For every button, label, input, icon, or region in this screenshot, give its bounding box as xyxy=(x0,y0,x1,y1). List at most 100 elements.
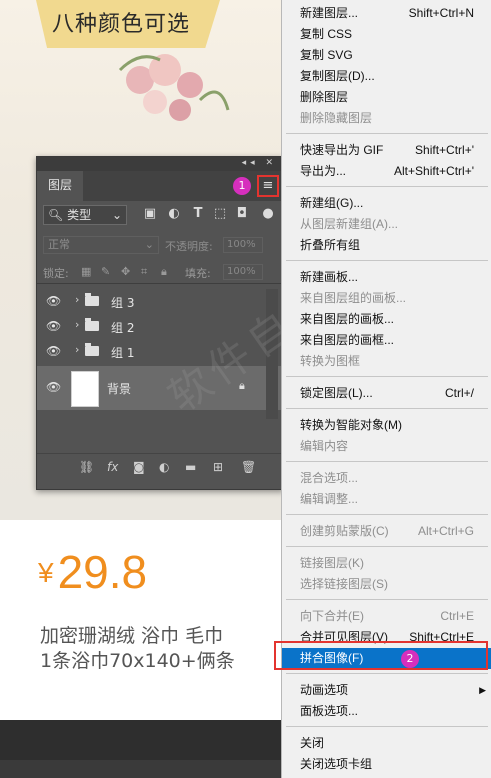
product-description: 加密珊湖绒 浴巾 毛巾 1条浴巾70x140+俩条 xyxy=(40,624,300,674)
folder-icon xyxy=(85,343,99,356)
menu-item-label: 来自图层的画板... xyxy=(300,312,395,326)
description-line-2: 1条浴巾70x140+俩条 xyxy=(40,650,235,672)
layer-name: 组 2 xyxy=(111,321,135,335)
expand-arrow-icon[interactable]: › xyxy=(75,318,79,331)
visibility-eye-icon[interactable]: 👁︎ xyxy=(46,319,61,333)
highlight-frame xyxy=(274,641,488,670)
description-line-1: 加密珊湖绒 浴巾 毛巾 xyxy=(40,625,224,647)
price: ¥29.8 xyxy=(38,545,147,599)
smart-object-filter-icon[interactable]: ◘ xyxy=(235,207,249,221)
hamburger-icon: ≡ xyxy=(262,178,274,193)
lock-paint-icon[interactable]: ✎ xyxy=(101,265,110,278)
menu-item-quick-export-gif[interactable]: 快速导出为 GIF Shift+Ctrl+' xyxy=(282,140,491,161)
menu-item-copy-css[interactable]: 复制 CSS xyxy=(282,24,491,45)
menu-item-new-layer[interactable]: 新建图层... Shift+Ctrl+N xyxy=(282,3,491,24)
menu-item-export-as[interactable]: 导出为... Alt+Shift+Ctrl+' xyxy=(282,161,491,182)
visibility-eye-icon[interactable]: 👁︎ xyxy=(46,344,61,358)
blend-mode-select[interactable]: 正常 ⌄ xyxy=(43,236,159,254)
menu-item-shortcut: Ctrl+/ xyxy=(444,386,474,400)
expand-arrow-icon[interactable]: › xyxy=(75,343,79,356)
menu-item-label: 新建组(G)... xyxy=(300,196,364,210)
layer-name: 背景 xyxy=(107,382,132,396)
banner-text: 八种颜色可选 xyxy=(52,12,191,37)
menu-item-label: 关闭选项卡组 xyxy=(300,757,373,771)
menu-item-close-tab-group[interactable]: 关闭选项卡组 xyxy=(282,754,491,775)
menu-item-duplicate-layer[interactable]: 复制图层(D)... xyxy=(282,66,491,87)
menu-item-close[interactable]: 关闭 xyxy=(282,733,491,754)
new-group-icon[interactable]: ▬ xyxy=(185,460,196,474)
menu-item-frame-from-layers[interactable]: 来自图层的画框... xyxy=(282,330,491,351)
type-filter-icon[interactable]: T xyxy=(191,207,205,221)
menu-separator xyxy=(286,408,488,409)
blend-row: 正常 ⌄ 不透明度: 100% xyxy=(37,235,283,257)
new-layer-icon[interactable]: ⊞ xyxy=(213,460,223,474)
layer-name: 组 1 xyxy=(111,346,135,360)
trash-icon[interactable]: 🗑︎ xyxy=(241,460,256,474)
menu-item-label: 转换为智能对象(M) xyxy=(300,418,402,432)
menu-item-new-artboard[interactable]: 新建画板... xyxy=(282,267,491,288)
tab-layers[interactable]: 图层 xyxy=(37,171,83,201)
adjustment-layer-icon[interactable]: ◐ xyxy=(159,460,169,474)
status-strip xyxy=(0,760,300,778)
menu-item-delete-layer[interactable]: 删除图层 xyxy=(282,87,491,108)
menu-item-merge-down: 向下合并(E) Ctrl+E xyxy=(282,606,491,627)
menu-item-copy-svg[interactable]: 复制 SVG xyxy=(282,45,491,66)
menu-item-shortcut: Shift+Ctrl+N xyxy=(408,6,474,20)
menu-item-shortcut: Alt+Shift+Ctrl+' xyxy=(394,164,474,178)
panel-titlebar[interactable]: ◂◂ ✕ xyxy=(37,157,283,171)
filter-toggle-icon[interactable]: ● xyxy=(261,207,275,221)
menu-separator xyxy=(286,376,488,377)
opacity-input[interactable]: 100% xyxy=(223,237,263,253)
menu-separator xyxy=(286,514,488,515)
menu-item-label: 向下合并(E) xyxy=(300,609,364,623)
menu-item-lock-layers[interactable]: 锁定图层(L)... Ctrl+/ xyxy=(282,383,491,404)
price-symbol: ¥ xyxy=(38,557,54,588)
menu-item-new-group[interactable]: 新建组(G)... xyxy=(282,193,491,214)
menu-item-panel-options[interactable]: 面板选项... xyxy=(282,701,491,722)
fx-icon[interactable]: fx xyxy=(107,460,118,474)
lock-position-icon[interactable]: ✥ xyxy=(121,265,130,278)
panel-tabbar: 图层 1 ≡ xyxy=(37,171,283,201)
menu-item-label: 删除隐藏图层 xyxy=(300,111,373,125)
menu-item-label: 转换为图框 xyxy=(300,354,361,368)
lock-artboard-icon[interactable]: ⌗ xyxy=(141,265,147,279)
lock-transparent-icon[interactable]: ▦ xyxy=(81,265,91,278)
filter-type-select[interactable]: 🔍︎ 类型 ⌄ xyxy=(43,205,127,225)
menu-separator xyxy=(286,260,488,261)
visibility-eye-icon[interactable]: 👁︎ xyxy=(46,380,61,394)
expand-arrow-icon[interactable]: › xyxy=(75,293,79,306)
menu-item-convert-smart-object[interactable]: 转换为智能对象(M) xyxy=(282,415,491,436)
menu-item-label: 新建画板... xyxy=(300,270,359,284)
lock-label: 锁定: xyxy=(43,267,69,280)
menu-item-collapse-groups[interactable]: 折叠所有组 xyxy=(282,235,491,256)
menu-separator xyxy=(286,186,488,187)
menu-item-label: 面板选项... xyxy=(300,704,359,718)
menu-item-artboard-from-group: 来自图层组的画板... xyxy=(282,288,491,309)
menu-item-label: 来自图层的画框... xyxy=(300,333,395,347)
flower-decoration xyxy=(118,54,230,121)
visibility-eye-icon[interactable]: 👁︎ xyxy=(46,294,61,308)
menu-item-artboard-from-layers[interactable]: 来自图层的画板... xyxy=(282,309,491,330)
opacity-label: 不透明度: xyxy=(165,240,213,253)
layer-name: 组 3 xyxy=(111,296,135,310)
menu-item-edit-contents: 编辑内容 xyxy=(282,436,491,457)
menu-item-animation-options[interactable]: 动画选项 ▶ xyxy=(282,680,491,701)
link-layers-icon[interactable]: ⛓︎ xyxy=(79,460,94,474)
menu-separator xyxy=(286,133,488,134)
panel-menu-button[interactable]: ≡ xyxy=(257,175,279,197)
menu-item-label: 关闭 xyxy=(300,736,325,750)
menu-separator xyxy=(286,461,488,462)
add-mask-icon[interactable]: ◙ xyxy=(133,460,145,474)
fill-input[interactable]: 100% xyxy=(223,264,263,280)
menu-item-label: 选择链接图层(S) xyxy=(300,577,388,591)
lock-all-icon[interactable]: 🔒︎ xyxy=(161,265,167,279)
filter-type-label: 类型 xyxy=(67,208,92,222)
pixel-filter-icon[interactable]: ▣ xyxy=(143,207,157,221)
collapse-close-icons[interactable]: ◂◂ ✕ xyxy=(242,158,277,168)
adjustment-filter-icon[interactable]: ◐ xyxy=(167,207,181,221)
menu-separator xyxy=(286,673,488,674)
menu-item-delete-hidden: 删除隐藏图层 xyxy=(282,108,491,129)
shape-filter-icon[interactable]: ⬚ xyxy=(213,207,227,221)
chevron-down-icon: ⌄ xyxy=(111,208,122,222)
menu-item-label: 导出为... xyxy=(300,164,347,178)
